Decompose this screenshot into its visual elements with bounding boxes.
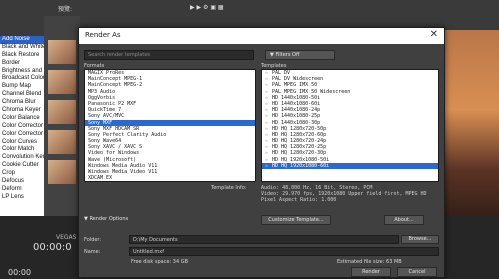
templates-list[interactable]: ☆ PAL DV ☆ PAL DV Widescreen ☆ PAL MPEG IMX 5… <box>261 69 439 182</box>
dialog-titlebar: Render As ✕ <box>79 28 444 44</box>
formats-list[interactable]: MAGIX ProRes MainConcept MPEG-1 MainConcep… <box>84 69 256 182</box>
template-info-label: Template Info: <box>211 185 247 191</box>
info-pixel-aspect: Pixel Aspect Ratio: 1.000 <box>261 197 337 203</box>
filters-label: Filters Off <box>275 52 300 58</box>
effect-list-item[interactable]: Crop <box>0 170 44 178</box>
filters-dropdown[interactable]: ▼ Filters Off <box>265 50 335 60</box>
effect-list-item[interactable]: Brightness and <box>0 68 44 76</box>
effect-list-item[interactable]: Chroma Blur <box>0 99 44 107</box>
effect-list-item[interactable]: Black and White <box>0 44 44 52</box>
effect-list-item[interactable]: Border <box>0 60 44 68</box>
render-options-toggle[interactable]: ▼ Render Options <box>84 215 144 225</box>
search-templates-input[interactable]: Search render templates <box>84 50 254 60</box>
timecode-secondary: 00:00 <box>8 268 32 277</box>
effect-list-item[interactable]: Channel Blend <box>0 91 44 99</box>
effect-list-item[interactable]: Color Corrector <box>0 131 44 139</box>
effect-list-item[interactable]: Color Curves <box>0 139 44 147</box>
effect-list-item[interactable]: Color Balance <box>0 115 44 123</box>
effect-thumbnail <box>48 130 76 154</box>
effect-list-item[interactable]: Broadcast Color <box>0 75 44 83</box>
close-icon[interactable]: ✕ <box>430 29 438 40</box>
about-button[interactable]: About... <box>384 215 424 225</box>
template-list-item[interactable]: ☆ HD HQ 1920x1080-60i <box>262 162 438 169</box>
timecode-display: 00:00:0 <box>33 242 72 253</box>
name-value: Untitled.mxf <box>133 249 164 255</box>
effect-list-item[interactable]: LP Lens <box>0 194 44 202</box>
effect-list-item[interactable]: Cookie Cutter <box>0 162 44 170</box>
toolbar-icons: ▶ ▶ ⚙ ▣ ▦ <box>190 4 224 11</box>
render-button[interactable]: Render <box>351 267 391 277</box>
effect-list-item[interactable]: Black Restore <box>0 52 44 60</box>
effect-list-item[interactable]: Chroma Keyer <box>0 107 44 115</box>
name-field[interactable]: Untitled.mxf <box>129 247 439 256</box>
cancel-button[interactable]: Cancel <box>397 267 437 277</box>
video-preview <box>440 30 499 230</box>
effect-list-item[interactable]: Bump Map <box>0 83 44 91</box>
effect-list-item[interactable]: Add Noise <box>0 36 44 44</box>
render-as-dialog: Render As ✕ Search render templates ▼ Fi… <box>78 27 445 278</box>
template-info: Audio: 48,000 Hz, 16 Bit, Stereo, PCM Vi… <box>261 185 439 205</box>
free-disk-space: Free disk space: 34 GB <box>131 259 189 265</box>
vegas-label: VEGAS <box>56 234 77 241</box>
template-label: HD HQ 1920x1080-60i <box>272 162 330 169</box>
search-placeholder: Search render templates <box>88 52 151 58</box>
video-fx-list: Add Noise Black and White Black Restore Bor… <box>0 36 44 216</box>
format-list-item[interactable]: XDCAM EX <box>85 175 255 181</box>
customize-template-button[interactable]: Customize Template... <box>261 215 331 225</box>
effect-list-item[interactable]: Convolution Ker <box>0 154 44 162</box>
render-options-label: Render Options <box>89 216 129 222</box>
effect-thumbnail <box>48 160 76 184</box>
name-label: Name: <box>84 249 101 255</box>
folder-label: Folder: <box>84 237 102 243</box>
folder-field[interactable]: D:\My Documents <box>129 235 399 244</box>
effect-list-item[interactable]: Color Corrector <box>0 123 44 131</box>
star-icon[interactable]: ☆ <box>265 163 272 169</box>
effect-list-item[interactable]: Deform <box>0 186 44 194</box>
folder-value: D:\My Documents <box>133 237 178 243</box>
browse-button[interactable]: Browse... <box>401 235 439 244</box>
effect-thumbnail <box>48 100 76 124</box>
dialog-title: Render As <box>85 31 121 39</box>
effect-thumbnail <box>48 40 76 64</box>
effect-list-item[interactable]: Color Match <box>0 146 44 154</box>
effect-list-item[interactable]: Defocus <box>0 178 44 186</box>
estimated-file-size: Estimated file size: 63 MB <box>337 259 402 265</box>
effect-thumbnail <box>48 70 76 94</box>
preview-tab-label[interactable]: 預覽: <box>58 4 72 16</box>
